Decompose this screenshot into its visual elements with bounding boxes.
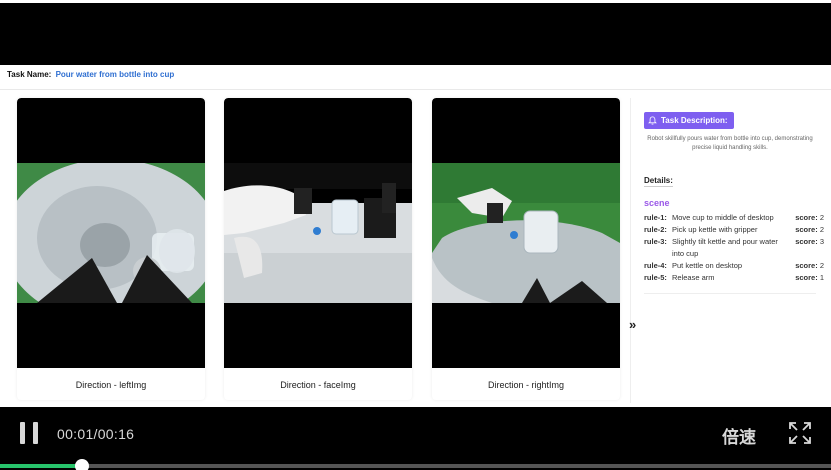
rule-text: Pick up kettle with gripper bbox=[672, 225, 758, 234]
task-details-panel: Task Description: Robot skillfully pours… bbox=[630, 98, 828, 403]
progress-fill bbox=[0, 464, 82, 468]
header-divider bbox=[0, 89, 831, 90]
rule-text: Slightly tilt kettle and pour water into… bbox=[672, 237, 778, 258]
rule-item: rule-1: Move cup to middle of desktop sc… bbox=[644, 212, 824, 224]
fullscreen-icon[interactable] bbox=[789, 422, 811, 444]
playback-time: 00:01/00:16 bbox=[57, 426, 135, 442]
rule-text: Move cup to middle of desktop bbox=[672, 213, 774, 222]
view-caption: Direction - rightImg bbox=[487, 380, 565, 390]
scene-label: scene bbox=[644, 198, 670, 208]
details-title: Details: bbox=[644, 176, 673, 185]
video-face[interactable] bbox=[224, 98, 412, 368]
rule-id: rule-1: bbox=[644, 213, 667, 222]
task-name-value: Pour water from bottle into cup bbox=[55, 70, 175, 79]
expand-panel-icon[interactable]: » bbox=[629, 317, 636, 332]
progress-bar[interactable] bbox=[0, 459, 831, 470]
rules-divider bbox=[644, 293, 816, 294]
video-right[interactable] bbox=[432, 98, 620, 368]
rule-item: rule-2: Pick up kettle with gripper scor… bbox=[644, 224, 824, 236]
pause-icon[interactable] bbox=[20, 422, 40, 444]
rule-id: rule-5: bbox=[644, 273, 667, 282]
task-description-button[interactable]: Task Description: bbox=[644, 112, 734, 129]
view-card-face[interactable]: Direction - faceImg bbox=[224, 98, 412, 400]
rule-score: score: 1 bbox=[795, 273, 824, 282]
bell-icon bbox=[648, 116, 657, 125]
progress-knob[interactable] bbox=[75, 459, 89, 470]
playback-speed-button[interactable]: 倍速 bbox=[722, 423, 756, 448]
task-description-label: Task Description: bbox=[661, 116, 728, 125]
right-camera-frame bbox=[432, 163, 620, 303]
rule-score: score: 2 bbox=[795, 225, 824, 234]
view-caption: Direction - faceImg bbox=[280, 380, 356, 390]
rule-text: Put kettle on desktop bbox=[672, 261, 743, 270]
player-controls: 00:01/00:16 倍速 bbox=[0, 407, 831, 470]
view-caption: Direction - leftImg bbox=[75, 380, 147, 390]
rule-item: rule-3: Slightly tilt kettle and pour wa… bbox=[644, 236, 824, 260]
rule-item: rule-5: Release arm score: 1 bbox=[644, 272, 824, 284]
details-underline bbox=[644, 186, 673, 187]
rule-list: rule-1: Move cup to middle of desktop sc… bbox=[644, 212, 824, 284]
task-name: Task Name: Pour water from bottle into c… bbox=[7, 70, 174, 79]
rule-id: rule-3: bbox=[644, 237, 667, 246]
left-camera-frame bbox=[17, 163, 205, 303]
rule-score: score: 3 bbox=[795, 237, 824, 246]
rule-text: Release arm bbox=[672, 273, 715, 282]
rule-score: score: 2 bbox=[795, 261, 824, 270]
video-top-bar bbox=[0, 3, 831, 65]
view-card-left[interactable]: Direction - leftImg bbox=[17, 98, 205, 400]
view-card-right[interactable]: Direction - rightImg bbox=[432, 98, 620, 400]
rule-id: rule-4: bbox=[644, 261, 667, 270]
rule-id: rule-2: bbox=[644, 225, 667, 234]
video-left[interactable] bbox=[17, 98, 205, 368]
task-description-text: Robot skillfully pours water from bottle… bbox=[647, 136, 813, 151]
task-name-label: Task Name: bbox=[7, 70, 52, 79]
rule-score: score: 2 bbox=[795, 213, 824, 222]
rule-item: rule-4: Put kettle on desktop score: 2 bbox=[644, 260, 824, 272]
face-camera-frame bbox=[224, 163, 412, 303]
